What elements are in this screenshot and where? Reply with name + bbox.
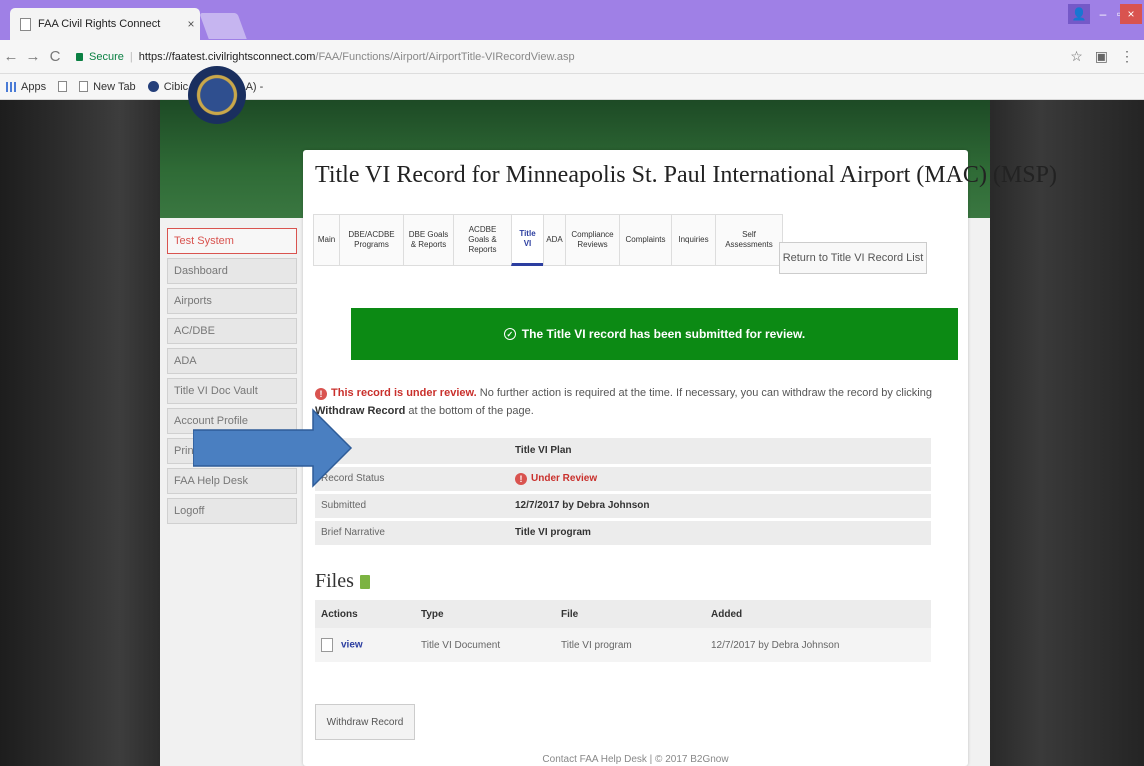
alert-icon: !: [515, 472, 527, 485]
globe-icon: [147, 81, 159, 92]
review-highlight: This record is under review.: [331, 387, 477, 399]
files-table: Actions Type File Added view Title VI Do…: [315, 600, 931, 662]
column-header: Actions: [315, 600, 415, 628]
document-icon: [321, 638, 333, 652]
tab-close-icon[interactable]: ×: [182, 17, 200, 31]
page-icon: [20, 17, 31, 31]
close-window-button[interactable]: ×: [1120, 4, 1142, 24]
forward-icon[interactable]: →: [22, 48, 44, 65]
sidebar-item-test-system[interactable]: Test System: [167, 228, 297, 254]
reload-icon[interactable]: C: [44, 48, 66, 65]
tab-dbe-goals[interactable]: DBE Goals & Reports: [403, 214, 453, 266]
page-icon: [79, 81, 89, 92]
sidebar-item-ada[interactable]: ADA: [167, 348, 297, 374]
column-header: Type: [415, 600, 555, 628]
menu-icon[interactable]: ⋮: [1120, 48, 1134, 65]
tab-inquiries[interactable]: Inquiries: [671, 214, 715, 266]
new-tab-button[interactable]: [199, 13, 247, 39]
sidebar-item-doc-vault[interactable]: Title VI Doc Vault: [167, 378, 297, 404]
sidebar-item-dashboard[interactable]: Dashboard: [167, 258, 297, 284]
tab-compliance-reviews[interactable]: Compliance Reviews: [565, 214, 619, 266]
main-panel: Title VI Record for Minneapolis St. Paul…: [303, 150, 1057, 766]
address-bar[interactable]: Secure | https://faatest.civilrightsconn…: [72, 45, 1112, 69]
extension-icon[interactable]: ▣: [1095, 48, 1108, 65]
review-notice: ! This record is under review. No further…: [315, 384, 955, 420]
table-row: Submitted 12/7/2017 by Debra Johnson: [315, 492, 931, 521]
bookmark-star-icon[interactable]: ☆: [1070, 48, 1083, 65]
bookmark-blank[interactable]: [58, 81, 68, 92]
return-to-list-link[interactable]: Return to Title VI Record List: [779, 242, 927, 274]
browser-tab[interactable]: FAA Civil Rights Connect ×: [10, 8, 200, 40]
detail-value: Title VI Plan: [509, 438, 931, 467]
tab-self-assessments[interactable]: Self Assessments: [715, 214, 783, 266]
lock-icon: [76, 52, 83, 61]
table-row: Brief Narrative Title VI program: [315, 519, 931, 548]
bookmark-apps[interactable]: Apps: [6, 81, 46, 93]
record-details-table: Type Title VI Plan Record Status !Under …: [315, 438, 931, 548]
secure-label: Secure: [89, 50, 124, 63]
page-viewport: Test System Dashboard Airports AC/DBE AD…: [0, 66, 1144, 766]
browser-navbar: ← → C Secure | https://faatest.civilrigh…: [0, 40, 1144, 74]
success-message: The Title VI record has been submitted f…: [521, 327, 806, 341]
bookmarks-bar: Apps New Tab Cibic, Nancy (FAA) -: [0, 74, 1144, 100]
tab-ada[interactable]: ADA: [543, 214, 565, 266]
page-footer: Contact FAA Help Desk | © 2017 B2Gnow: [542, 754, 729, 765]
detail-value-status: ! Under Review: [509, 465, 931, 494]
record-tabs: Main DBE/ACDBE Programs DBE Goals & Repo…: [313, 214, 783, 274]
sidebar-item-acdbe[interactable]: AC/DBE: [167, 318, 297, 344]
table-row: view Title VI Document Title VI program …: [315, 628, 931, 662]
withdraw-record-button[interactable]: Withdraw Record: [315, 704, 415, 740]
check-circle-icon: ✓: [503, 328, 516, 340]
faa-seal-logo: [188, 66, 246, 124]
table-row: Type Title VI Plan: [315, 438, 931, 467]
tab-dbe-acdbe-programs[interactable]: DBE/ACDBE Programs: [339, 214, 403, 266]
url-host: https://faatest.civilrightsconnect.com: [138, 50, 316, 63]
table-row: Record Status ! Under Review: [315, 465, 931, 494]
apps-grid-icon: [6, 81, 16, 92]
detail-label: Submitted: [315, 492, 509, 521]
files-heading: Files: [315, 570, 370, 593]
tab-complaints[interactable]: Complaints: [619, 214, 671, 266]
tab-main[interactable]: Main: [313, 214, 339, 266]
view-file-link[interactable]: view: [341, 640, 363, 651]
sidebar-item-logoff[interactable]: Logoff: [167, 498, 297, 524]
bookmark-new-tab[interactable]: New Tab: [79, 81, 136, 93]
detail-value: 12/7/2017 by Debra Johnson: [509, 492, 931, 521]
url-path: /FAA/Functions/Airport/AirportTitle-VIRe…: [315, 50, 575, 63]
back-icon[interactable]: ←: [0, 48, 22, 65]
annotation-arrow: [193, 408, 353, 488]
page-icon: [58, 81, 68, 92]
file-action-cell: view: [315, 628, 415, 662]
review-tail: at the bottom of the page.: [405, 405, 534, 417]
success-banner: ✓ The Title VI record has been submitted…: [351, 308, 958, 360]
alert-icon: !: [315, 388, 327, 400]
file-name-cell: Title VI program: [555, 628, 705, 662]
add-file-icon[interactable]: [359, 574, 370, 589]
review-text: No further action is required at the tim…: [476, 387, 932, 399]
sidebar-item-airports[interactable]: Airports: [167, 288, 297, 314]
tab-acdbe-goals[interactable]: ACDBE Goals & Reports: [453, 214, 511, 266]
user-profile-icon[interactable]: 👤: [1068, 4, 1090, 24]
detail-value: Title VI program: [509, 519, 931, 548]
page-title: Title VI Record for Minneapolis St. Paul…: [315, 162, 1057, 188]
browser-titlebar: FAA Civil Rights Connect × 👤 – ▫ ×: [0, 0, 1144, 40]
column-header: Added: [705, 600, 931, 628]
address-separator: |: [129, 50, 133, 63]
minimize-button[interactable]: –: [1094, 4, 1112, 24]
file-type-cell: Title VI Document: [415, 628, 555, 662]
file-added-cell: 12/7/2017 by Debra Johnson: [705, 628, 931, 662]
tab-title-vi[interactable]: Title VI: [511, 214, 543, 266]
table-header-row: Actions Type File Added: [315, 600, 931, 628]
tab-title: FAA Civil Rights Connect: [38, 18, 161, 30]
detail-label: Brief Narrative: [315, 519, 509, 548]
column-header: File: [555, 600, 705, 628]
